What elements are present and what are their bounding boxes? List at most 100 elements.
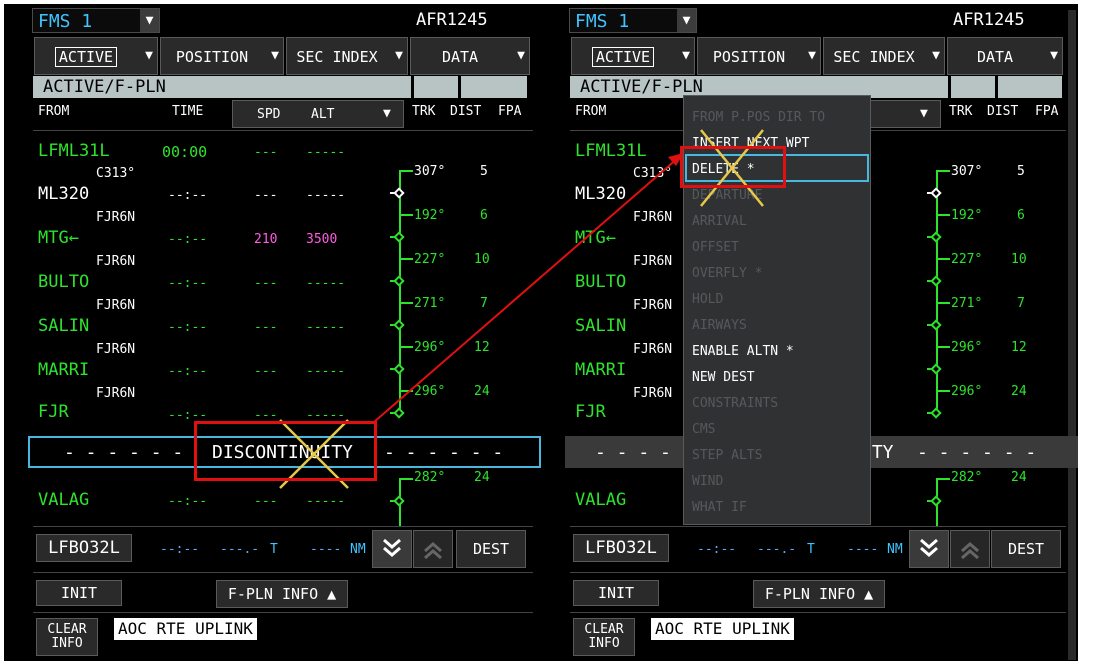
triangle-down-icon: ▼ [677, 9, 696, 32]
wpt-fjr[interactable]: FJR [38, 402, 69, 422]
title-cell [461, 76, 527, 98]
triangle-down-icon: ▼ [395, 48, 403, 63]
aoc-message: AOC RTE UPLINK [114, 618, 257, 640]
double-chevron-down-icon [383, 538, 401, 557]
scrollbar[interactable] [1068, 10, 1076, 660]
wpt-mtg[interactable]: MTG← [575, 228, 616, 248]
scroll-down-button[interactable] [372, 530, 412, 568]
col-trk: TRK [949, 104, 973, 119]
fms-label: FMS 1 [575, 11, 630, 32]
triangle-down-icon: ▼ [383, 106, 391, 121]
clear-info-line2: INFO [51, 636, 83, 651]
fpln-info-button[interactable]: F-PLN INFO ▲ [753, 580, 885, 608]
fms-selector[interactable]: FMS 1 ▼ [32, 8, 160, 33]
init-button[interactable]: INIT [573, 580, 659, 606]
annotation-highlight-box [680, 146, 786, 188]
route-tick [399, 302, 413, 304]
leg-time: --:-- [168, 232, 208, 247]
route-tick [936, 478, 950, 480]
menu-item-step-alts[interactable]: STEP ALTS [692, 448, 762, 463]
leg-trk: 307° [951, 164, 983, 179]
menu-item-what-if[interactable]: WHAT IF [692, 500, 747, 515]
divider [33, 612, 533, 613]
leg-dist: 10 [474, 252, 490, 267]
route-tick [399, 214, 413, 216]
waypoint-diamond-icon [930, 231, 942, 243]
leg-spd: --- [254, 320, 278, 335]
wpt-marri[interactable]: MARRI [38, 360, 89, 380]
menu-item-from-ppos-dir-to[interactable]: FROM P.POS DIR TO [692, 110, 825, 125]
wpt-bulto[interactable]: BULTO [38, 272, 89, 292]
leg-trk: 271° [414, 296, 446, 311]
tab-position[interactable]: POSITION ▼ [697, 37, 821, 75]
leg-trk: 282° [951, 470, 983, 485]
fms-selector[interactable]: FMS 1 ▼ [569, 8, 697, 33]
wpt-bulto[interactable]: BULTO [575, 272, 626, 292]
wpt-origin[interactable]: LFML31L [575, 141, 647, 161]
tab-data[interactable]: DATA ▼ [410, 37, 530, 75]
fms-label: FMS 1 [38, 11, 93, 32]
dest-button[interactable]: DEST [991, 530, 1061, 568]
wpt-mtg[interactable]: MTG← [38, 228, 79, 248]
tab-active[interactable]: ACTIVE ▼ [571, 37, 695, 75]
menu-item-new-dest[interactable]: NEW DEST [692, 370, 755, 385]
flight-id: AFR1245 [416, 10, 488, 30]
init-button[interactable]: INIT [36, 580, 122, 606]
menu-item-airways[interactable]: AIRWAYS [692, 318, 747, 333]
scroll-down-button[interactable] [909, 530, 949, 568]
menu-item-wind[interactable]: WIND [692, 474, 723, 489]
leg-spd: --- [254, 276, 278, 291]
waypoint-diamond-icon [930, 363, 942, 375]
divider [570, 526, 1066, 527]
wpt-origin[interactable]: LFML31L [38, 141, 110, 161]
via-label: FJR6N [633, 210, 673, 225]
origin-alt: ----- [306, 145, 346, 160]
triangle-down-icon: ▼ [1050, 48, 1058, 63]
tab-label: ACTIVE [54, 47, 118, 67]
clear-info-button[interactable]: CLEAR INFO [36, 618, 98, 656]
menu-item-enable-altn[interactable]: ENABLE ALTN * [692, 344, 794, 359]
leg-trk: 227° [951, 252, 983, 267]
menu-item-hold[interactable]: HOLD [692, 292, 723, 307]
fpln-info-label: F-PLN INFO [764, 585, 856, 603]
wpt-ml320[interactable]: ML320 [575, 184, 626, 204]
origin-spd: --- [254, 145, 278, 160]
tab-label: SEC INDEX [833, 48, 915, 66]
leg-alt: ----- [306, 320, 346, 335]
menu-item-overfly[interactable]: OVERFLY * [692, 266, 762, 281]
scroll-up-button[interactable] [413, 530, 453, 568]
fpln-info-button[interactable]: F-PLN INFO ▲ [216, 580, 348, 608]
wpt-valag[interactable]: VALAG [38, 490, 89, 510]
clear-info-button[interactable]: CLEAR INFO [573, 618, 635, 656]
dest-name-field[interactable]: LFBO32L [36, 534, 132, 562]
leg-spd: --- [254, 364, 278, 379]
menu-item-constraints[interactable]: CONSTRAINTS [692, 396, 778, 411]
triangle-down-icon: ▼ [682, 48, 690, 63]
tab-sec-index[interactable]: SEC INDEX ▼ [286, 37, 408, 75]
wpt-valag[interactable]: VALAG [575, 490, 626, 510]
waypoint-diamond-icon [393, 495, 405, 507]
via-label: FJR6N [96, 386, 136, 401]
wpt-salin[interactable]: SALIN [575, 316, 626, 336]
wpt-ml320[interactable]: ML320 [38, 184, 89, 204]
leg-alt: ----- [306, 276, 346, 291]
tab-position[interactable]: POSITION ▼ [160, 37, 284, 75]
wpt-fjr[interactable]: FJR [575, 402, 606, 422]
tab-active[interactable]: ACTIVE ▼ [34, 37, 158, 75]
wpt-marri[interactable]: MARRI [575, 360, 626, 380]
via-label: FJR6N [96, 210, 136, 225]
dest-button[interactable]: DEST [456, 530, 526, 568]
via-label: FJR6N [633, 342, 673, 357]
spd-alt-selector[interactable]: SPD ALT ▼ [232, 100, 404, 128]
dest-name-field[interactable]: LFBO32L [573, 534, 669, 562]
menu-item-arrival[interactable]: ARRIVAL [692, 214, 747, 229]
tab-data[interactable]: DATA ▼ [947, 37, 1063, 75]
via-label: FJR6N [633, 254, 673, 269]
menu-item-offset[interactable]: OFFSET [692, 240, 739, 255]
leg-spd: --- [254, 494, 278, 509]
route-tick [936, 302, 950, 304]
wpt-salin[interactable]: SALIN [38, 316, 89, 336]
tab-sec-index[interactable]: SEC INDEX ▼ [823, 37, 945, 75]
scroll-up-button[interactable] [950, 530, 990, 568]
menu-item-cms[interactable]: CMS [692, 422, 715, 437]
